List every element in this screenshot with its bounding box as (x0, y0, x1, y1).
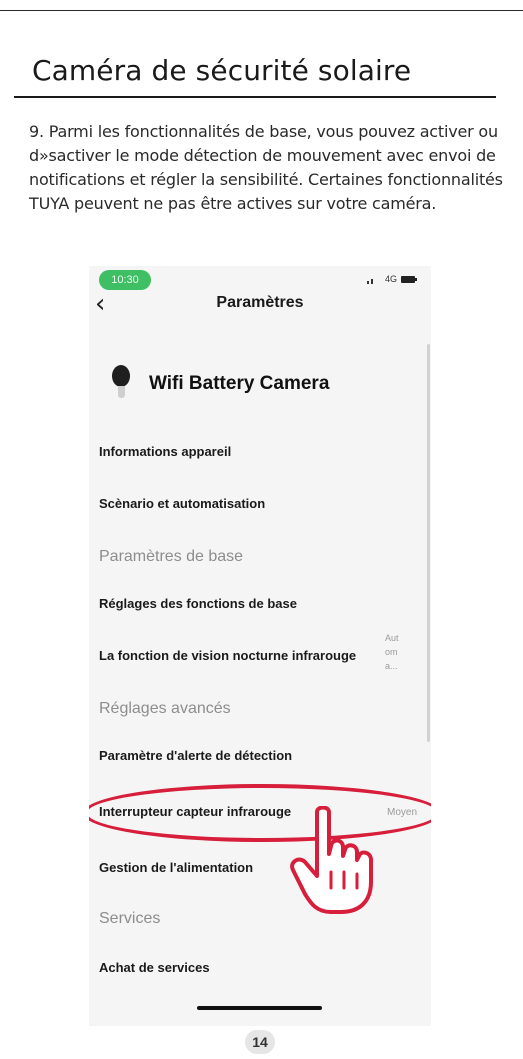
camera-icon (111, 362, 131, 406)
section-basic-header: Paramètres de base (99, 548, 244, 565)
night-vision-value-3: a... (385, 661, 398, 671)
row-scenario[interactable]: Scènario et automatisation (99, 496, 419, 511)
row-detection-alert[interactable]: Paramètre d'alerte de détection (99, 748, 419, 763)
row-device-info[interactable]: Informations appareil (99, 444, 419, 459)
pointing-hand-icon (290, 806, 373, 914)
section-services-header: Services (99, 910, 161, 927)
status-icons: 4G (366, 274, 417, 284)
title-underline (14, 96, 496, 98)
row-basic-functions[interactable]: Réglages des fonctions de base (99, 596, 419, 611)
row-night-vision[interactable]: La fonction de vision nocturne infraroug… (99, 648, 419, 663)
top-rule (0, 10, 523, 11)
page-number: 14 (245, 1030, 275, 1054)
device-header: Wifi Battery Camera (111, 362, 329, 406)
instruction-paragraph: 9. Parmi les fonctionnalités de base, vo… (29, 122, 503, 213)
signal-icon (366, 274, 381, 284)
row-purchase-services[interactable]: Achat de services (99, 960, 419, 975)
night-vision-value-1: Aut (385, 633, 399, 643)
device-name: Wifi Battery Camera (149, 373, 330, 394)
home-indicator[interactable] (197, 1006, 322, 1010)
night-vision-value-2: om (385, 647, 398, 657)
status-time: 10:30 (99, 270, 151, 290)
battery-icon (401, 275, 417, 283)
section-advanced-header: Réglages avancés (99, 700, 231, 717)
section-title: Caméra de sécurité solaire (32, 54, 412, 87)
nav-title: Paramètres (216, 294, 304, 311)
network-label: 4G (384, 274, 397, 284)
phone-screenshot: 10:30 4G ‹ Paramètres Wifi Battery Camer… (89, 266, 431, 1026)
scrollbar[interactable] (427, 344, 430, 742)
status-bar: 10:30 4G (89, 266, 431, 296)
